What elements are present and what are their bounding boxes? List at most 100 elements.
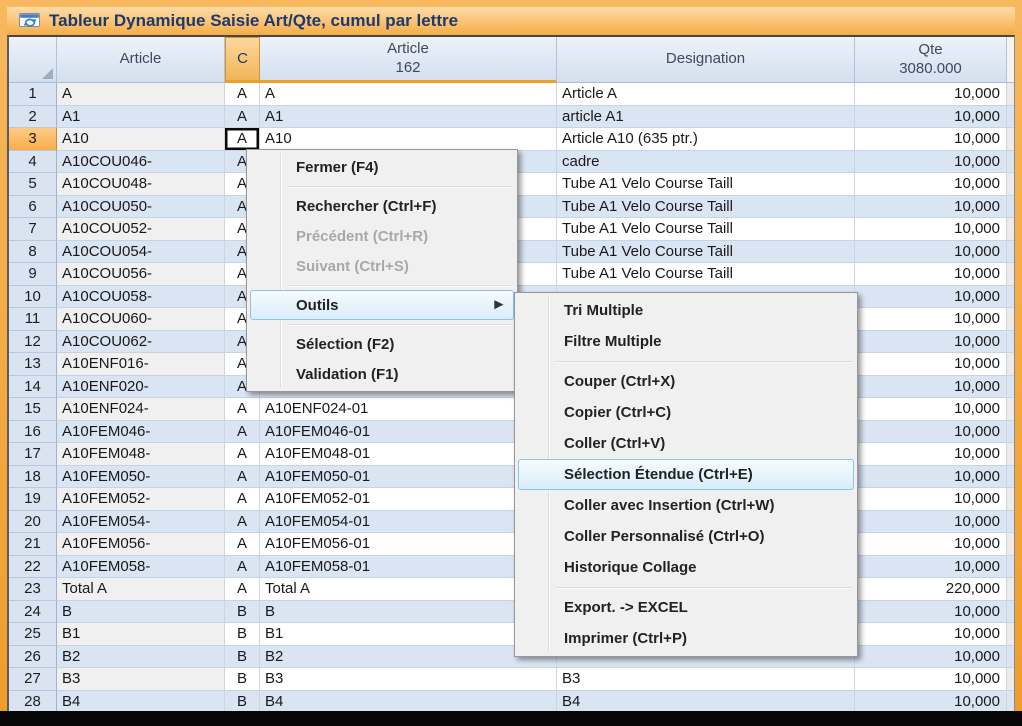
- row-number[interactable]: 2: [9, 106, 57, 129]
- menu-item-couper-ctrl-x[interactable]: Couper (Ctrl+X): [518, 366, 854, 397]
- cell-qte[interactable]: 10,000: [855, 196, 1007, 219]
- menu-item-export-excel[interactable]: Export. -> EXCEL: [518, 592, 854, 623]
- column-header-article[interactable]: Article: [57, 37, 225, 83]
- cell-designation[interactable]: Article A10 (635 ptr.): [557, 128, 855, 151]
- cell-qte[interactable]: 10,000: [855, 263, 1007, 286]
- cell-article-162[interactable]: B3: [260, 668, 557, 691]
- cell-article[interactable]: A10COU060-: [57, 308, 225, 331]
- cell-article-162[interactable]: B1: [260, 623, 557, 646]
- row-number[interactable]: 9: [9, 263, 57, 286]
- cell-article[interactable]: B3: [57, 668, 225, 691]
- row-number[interactable]: 18: [9, 466, 57, 489]
- cell-article-162[interactable]: B2: [260, 646, 557, 669]
- cell-qte[interactable]: 10,000: [855, 128, 1007, 151]
- cell-article[interactable]: A10FEM054-: [57, 511, 225, 534]
- cell-designation[interactable]: Tube A1 Velo Course Taill: [557, 173, 855, 196]
- cell-article[interactable]: A: [57, 83, 225, 106]
- menu-item-copier-ctrl-c[interactable]: Copier (Ctrl+C): [518, 397, 854, 428]
- row-number[interactable]: 16: [9, 421, 57, 444]
- cell-article[interactable]: A10COU050-: [57, 196, 225, 219]
- column-header-designation[interactable]: Designation: [557, 37, 855, 83]
- cell-article[interactable]: Total A: [57, 578, 225, 601]
- cell-designation[interactable]: B4: [557, 691, 855, 712]
- cell-article-162[interactable]: A10FEM050-01: [260, 466, 557, 489]
- menu-item-selection-f2[interactable]: Sélection (F2): [250, 329, 514, 359]
- cell-article[interactable]: A10COU046-: [57, 151, 225, 174]
- cell-designation[interactable]: Tube A1 Velo Course Taill: [557, 196, 855, 219]
- cell-designation[interactable]: Tube A1 Velo Course Taill: [557, 218, 855, 241]
- cell-qte[interactable]: 10,000: [855, 691, 1007, 712]
- cell-designation[interactable]: Tube A1 Velo Course Taill: [557, 241, 855, 264]
- cell-qte[interactable]: 10,000: [855, 646, 1007, 669]
- cell-c[interactable]: A: [225, 443, 260, 466]
- row-number[interactable]: 13: [9, 353, 57, 376]
- cell-article[interactable]: A10ENF024-: [57, 398, 225, 421]
- row-number[interactable]: 20: [9, 511, 57, 534]
- cell-article[interactable]: A10COU056-: [57, 263, 225, 286]
- menu-item-coller-personnalise-ctrl-o[interactable]: Coller Personnalisé (Ctrl+O): [518, 521, 854, 552]
- cell-article[interactable]: A10FEM058-: [57, 556, 225, 579]
- cell-qte[interactable]: 10,000: [855, 308, 1007, 331]
- menu-item-outils[interactable]: Outils▶: [250, 290, 514, 320]
- cell-article[interactable]: A10FEM046-: [57, 421, 225, 444]
- cell-c[interactable]: A: [225, 466, 260, 489]
- row-number[interactable]: 25: [9, 623, 57, 646]
- cell-qte[interactable]: 10,000: [855, 173, 1007, 196]
- cell-article-162[interactable]: A10FEM056-01: [260, 533, 557, 556]
- cell-article-162[interactable]: A: [260, 83, 557, 106]
- row-number[interactable]: 10: [9, 286, 57, 309]
- cell-designation[interactable]: B3: [557, 668, 855, 691]
- row-number[interactable]: 1: [9, 83, 57, 106]
- menu-item-selection-etendue-ctrl-e[interactable]: Sélection Étendue (Ctrl+E): [518, 459, 854, 490]
- cell-qte[interactable]: 10,000: [855, 331, 1007, 354]
- cell-article[interactable]: A10COU052-: [57, 218, 225, 241]
- cell-article[interactable]: A10ENF020-: [57, 376, 225, 399]
- column-header-article-162[interactable]: Article 162: [260, 37, 557, 83]
- cell-qte[interactable]: 10,000: [855, 488, 1007, 511]
- cell-c[interactable]: A: [225, 398, 260, 421]
- column-header-c[interactable]: C: [225, 37, 260, 83]
- cell-designation[interactable]: Tube A1 Velo Course Taill: [557, 263, 855, 286]
- menu-item-filtre-multiple[interactable]: Filtre Multiple: [518, 326, 854, 357]
- cell-article[interactable]: A10FEM050-: [57, 466, 225, 489]
- cell-article[interactable]: B1: [57, 623, 225, 646]
- cell-c[interactable]: B: [225, 668, 260, 691]
- cell-c[interactable]: A: [225, 106, 260, 129]
- row-number[interactable]: 14: [9, 376, 57, 399]
- row-number[interactable]: 12: [9, 331, 57, 354]
- row-number[interactable]: 15: [9, 398, 57, 421]
- row-number[interactable]: 5: [9, 173, 57, 196]
- cell-qte[interactable]: 10,000: [855, 556, 1007, 579]
- cell-qte[interactable]: 10,000: [855, 83, 1007, 106]
- cell-c[interactable]: B: [225, 691, 260, 712]
- menu-item-tri-multiple[interactable]: Tri Multiple: [518, 295, 854, 326]
- cell-article-162[interactable]: A10FEM052-01: [260, 488, 557, 511]
- cell-article-162[interactable]: B: [260, 601, 557, 624]
- row-number[interactable]: 22: [9, 556, 57, 579]
- column-header-qte[interactable]: Qte 3080.000: [855, 37, 1007, 83]
- row-number[interactable]: 23: [9, 578, 57, 601]
- cell-qte[interactable]: 10,000: [855, 286, 1007, 309]
- cell-qte[interactable]: 10,000: [855, 218, 1007, 241]
- row-number[interactable]: 8: [9, 241, 57, 264]
- row-number[interactable]: 7: [9, 218, 57, 241]
- cell-qte[interactable]: 10,000: [855, 241, 1007, 264]
- cell-article-162[interactable]: A10FEM048-01: [260, 443, 557, 466]
- cell-qte[interactable]: 10,000: [855, 511, 1007, 534]
- row-number[interactable]: 17: [9, 443, 57, 466]
- cell-qte[interactable]: 10,000: [855, 601, 1007, 624]
- row-number[interactable]: 3: [9, 128, 57, 151]
- cell-article[interactable]: A10ENF016-: [57, 353, 225, 376]
- cell-qte[interactable]: 10,000: [855, 533, 1007, 556]
- row-number[interactable]: 26: [9, 646, 57, 669]
- cell-qte[interactable]: 10,000: [855, 376, 1007, 399]
- cell-article-162[interactable]: A10FEM054-01: [260, 511, 557, 534]
- cell-qte[interactable]: 10,000: [855, 421, 1007, 444]
- row-number[interactable]: 4: [9, 151, 57, 174]
- menu-item-historique-collage[interactable]: Historique Collage: [518, 552, 854, 583]
- row-number[interactable]: 21: [9, 533, 57, 556]
- row-number[interactable]: 24: [9, 601, 57, 624]
- cell-c[interactable]: A: [225, 488, 260, 511]
- cell-article-162[interactable]: A10FEM058-01: [260, 556, 557, 579]
- cell-article[interactable]: A10FEM056-: [57, 533, 225, 556]
